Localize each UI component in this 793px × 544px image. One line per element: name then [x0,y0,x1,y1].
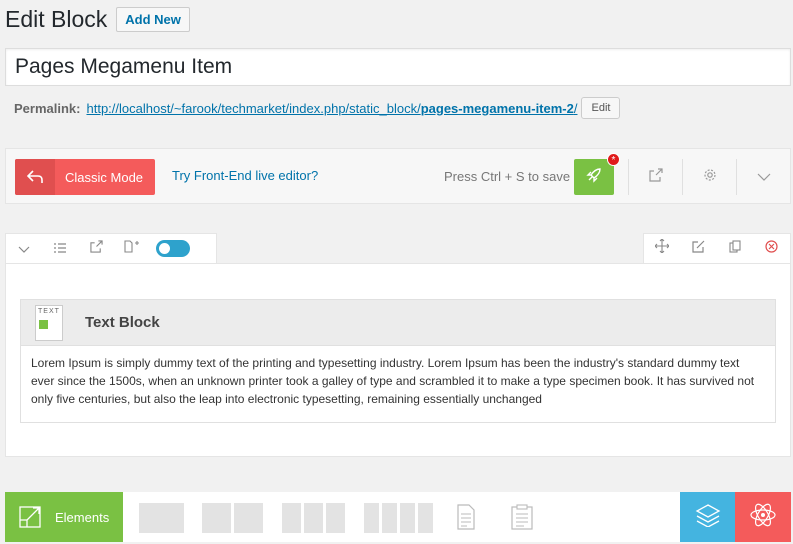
unsaved-badge: * [607,153,620,166]
permalink-label: Permalink: [14,100,81,116]
layout-3-col[interactable] [282,503,345,533]
text-block-template-icon[interactable] [457,504,475,535]
frontend-editor-link[interactable]: Try Front-End live editor? [172,168,318,183]
atom-icon [749,501,777,534]
expand-icon [5,506,55,528]
close-icon [765,239,778,258]
layers-button[interactable] [680,492,735,542]
row-layout-button[interactable] [42,234,78,264]
bottom-bar: Elements [5,492,791,542]
add-element-button[interactable] [114,234,150,264]
page-header: Edit Block Add New [5,6,190,33]
add-new-button[interactable]: Add New [116,7,190,32]
elements-label: Elements [55,509,110,525]
save-hint: Press Ctrl + S to save [444,169,571,184]
classic-mode-label: Classic Mode [65,169,144,185]
layout-4-col[interactable] [364,503,433,533]
composer-navbar: Classic Mode Try Front-End live editor? … [5,148,791,204]
text-block-element[interactable]: TEXT Text Block Lorem Ipsum is simply du… [20,299,776,423]
clone-row-button[interactable] [717,234,753,264]
collapse-button[interactable] [736,159,790,195]
row-share-button[interactable] [78,234,114,264]
share-icon [648,167,663,187]
classic-mode-button[interactable]: Classic Mode [15,159,155,195]
clipboard-template-icon[interactable] [511,504,533,535]
move-button[interactable] [644,234,680,264]
text-block-header: TEXT Text Block [21,300,775,346]
elements-button[interactable]: Elements [5,492,123,542]
post-title-input[interactable] [5,48,791,86]
rocket-icon [586,167,602,188]
gear-icon [703,168,717,187]
share-button[interactable] [628,159,682,195]
delete-row-button[interactable] [754,234,790,264]
layout-2-col[interactable] [202,503,263,533]
chevron-down-icon [18,240,30,258]
permalink-edit-button[interactable]: Edit [581,97,621,119]
row-body: TEXT Text Block Lorem Ipsum is simply du… [5,263,791,457]
settings-button[interactable] [682,159,736,195]
pencil-icon [692,240,705,258]
layout-1-col[interactable] [139,503,184,533]
row-visibility-toggle[interactable] [156,240,190,257]
permalink-url[interactable]: http://localhost/~farook/techmarket/inde… [86,101,577,116]
atom-button[interactable] [735,492,791,542]
layers-icon [695,503,721,532]
save-button[interactable]: * [574,153,620,195]
text-block-icon: TEXT [35,304,63,341]
move-icon [654,238,671,258]
page-title: Edit Block [5,6,108,32]
permalink-row: Permalink: http://localhost/~farook/tech… [14,97,621,119]
copy-icon [729,239,742,258]
row-collapse-button[interactable] [6,234,42,264]
list-icon [54,240,66,258]
row-toolbar-right [643,233,791,263]
add-page-icon [124,239,140,258]
chevron-down-icon [757,168,771,186]
text-block-content: Lorem Ipsum is simply dummy text of the … [31,356,755,406]
undo-arrow-icon [15,159,55,195]
row-panel: TEXT Text Block Lorem Ipsum is simply du… [5,233,791,457]
text-block-title: Text Block [85,314,160,331]
row-toolbar-left [5,233,217,263]
edit-row-button[interactable] [681,234,717,264]
share-icon [89,239,103,258]
